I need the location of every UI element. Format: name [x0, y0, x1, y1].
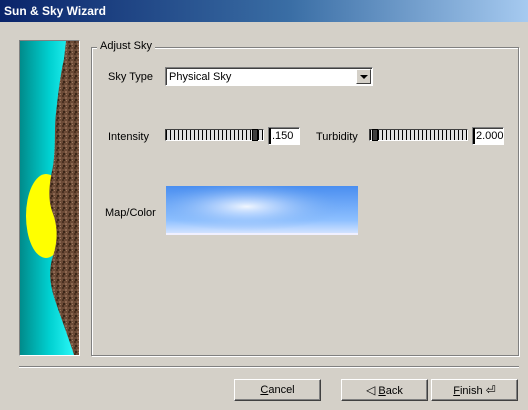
chevron-down-icon[interactable] [356, 69, 371, 84]
turbidity-value: 2.000 [476, 130, 504, 142]
group-title: Adjust Sky [97, 40, 155, 53]
intensity-input[interactable]: .150 [268, 127, 300, 145]
enter-arrow-icon: ⏎ [485, 383, 496, 397]
turbidity-label: Turbidity [316, 131, 358, 143]
intensity-slider[interactable] [165, 129, 264, 141]
sky-type-value: Physical Sky [169, 71, 232, 83]
sky-type-select[interactable]: Physical Sky [165, 67, 373, 86]
back-mnemonic: B [378, 385, 386, 397]
finish-mnemonic: F [453, 385, 460, 397]
intensity-value: .150 [272, 130, 294, 142]
sun-sky-illustration [20, 41, 79, 355]
cancel-button[interactable]: Cancel [234, 379, 321, 401]
sky-type-label: Sky Type [108, 71, 154, 83]
intensity-slider-thumb[interactable] [252, 129, 258, 141]
turbidity-slider[interactable] [369, 129, 468, 141]
sky-color-map[interactable] [166, 186, 358, 235]
finish-button[interactable]: Finish ⏎ [431, 379, 518, 401]
finish-label-rest: inish [459, 385, 483, 397]
wizard-illustration [19, 40, 80, 356]
intensity-label: Intensity [108, 131, 149, 143]
button-separator [19, 366, 519, 368]
cancel-label-rest: ancel [268, 384, 295, 396]
turbidity-input[interactable]: 2.000 [472, 127, 504, 145]
title-bar: Sun & Sky Wizard [0, 0, 528, 22]
intensity-input-edge [269, 128, 271, 144]
back-button[interactable]: ◁ Back [341, 379, 428, 401]
sky-gradient-preview [166, 186, 358, 235]
turbidity-slider-thumb[interactable] [372, 129, 378, 141]
map-color-label: Map/Color [105, 207, 156, 219]
wizard-window: Sun & Sky Wizard Adjust Sky Sky Type Phy… [0, 0, 528, 410]
turbidity-input-edge [473, 128, 475, 144]
back-arrow-icon: ◁ [366, 383, 376, 397]
back-label-rest: ack [385, 385, 403, 397]
